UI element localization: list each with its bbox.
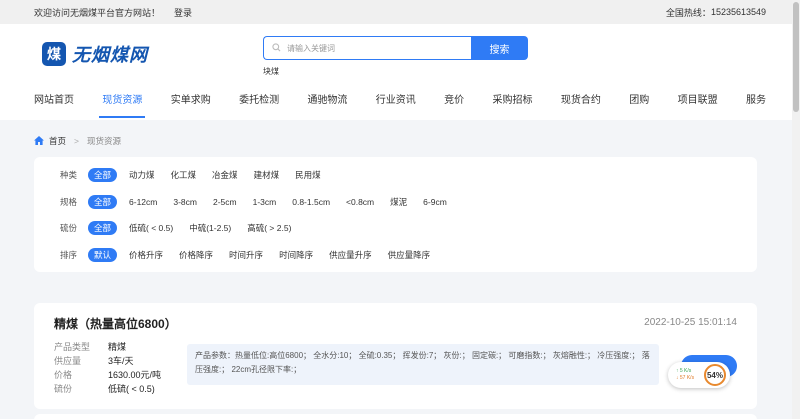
search-input[interactable]	[287, 43, 467, 53]
speed-rates: ↑ 5 K/s ↓ 57 K/s	[676, 368, 694, 382]
chevron-right-icon: >	[74, 136, 79, 146]
filter-option[interactable]: 化工煤	[171, 169, 197, 181]
filter-label: 规格	[60, 197, 78, 207]
upload-rate: ↑ 5 K/s	[676, 368, 692, 374]
nav-item-tender[interactable]: 采购招标	[493, 90, 533, 118]
filter-option[interactable]: 全部	[88, 168, 118, 182]
nav-item-group-buy[interactable]: 团购	[629, 90, 649, 118]
page-scrollbar[interactable]	[792, 0, 800, 419]
network-speed-widget[interactable]: ↑ 5 K/s ↓ 57 K/s 54%	[668, 362, 730, 388]
hotline-number: 15235613549	[710, 7, 766, 17]
sort-option[interactable]: 时间升序	[229, 249, 263, 261]
listing-title[interactable]: 精煤（热量高位6800）	[54, 315, 177, 332]
listing-field: 价格 1630.00元/吨	[54, 368, 161, 381]
filter-option[interactable]: 0.8-1.5cm	[292, 197, 330, 207]
top-bar: 欢迎访问无烟煤平台官方网站！ 登录 全国热线： 15235613549	[0, 0, 800, 24]
filter-option[interactable]: 2-5cm	[213, 197, 237, 207]
field-key: 产品类型	[54, 342, 91, 352]
sort-option[interactable]: 供应量降序	[388, 249, 431, 261]
nav-item-inspection[interactable]: 委托检测	[239, 90, 279, 118]
filter-option[interactable]: 建材煤	[254, 169, 280, 181]
listing-date: 2022-10-25 15:01:14	[644, 317, 737, 328]
home-icon[interactable]	[34, 135, 44, 147]
search-box[interactable]	[263, 36, 471, 60]
filter-option[interactable]: 高硫( > 2.5)	[247, 222, 291, 234]
field-value: 精煤	[108, 342, 127, 352]
logo-text: 无烟煤网	[72, 45, 148, 66]
nav-item-logistics[interactable]: 通驰物流	[307, 90, 347, 118]
logo-mark: 煤	[42, 42, 66, 66]
login-link[interactable]: 登录	[174, 6, 192, 19]
field-key: 硫份	[54, 384, 73, 394]
filter-option[interactable]: 动力煤	[129, 169, 155, 181]
filter-label: 排序	[60, 250, 78, 260]
filter-row-type: 种类 全部 动力煤 化工煤 冶金煤 建材煤 民用煤	[60, 168, 337, 182]
hotline-label: 全国热线：	[665, 7, 711, 18]
nav-item-purchase[interactable]: 实单求购	[171, 90, 211, 118]
listing-field: 产品类型 精煤	[54, 340, 126, 353]
search-icon	[272, 42, 281, 54]
breadcrumb-home[interactable]: 首页	[49, 135, 66, 147]
field-key: 供应量	[54, 356, 82, 366]
product-params: 产品参数：热量低位:高位6800； 全水分:10； 全硫:0.35； 挥发份:7…	[187, 344, 659, 385]
breadcrumb-current: 现货资源	[86, 136, 121, 146]
filter-option[interactable]: 冶金煤	[212, 169, 238, 181]
field-key: 价格	[54, 370, 73, 380]
filter-option[interactable]: 民用煤	[295, 169, 321, 181]
site-logo[interactable]: 煤 无烟煤网	[42, 41, 148, 67]
filter-option[interactable]: 全部	[88, 221, 118, 235]
filter-option[interactable]: 中硫(1-2.5)	[189, 222, 231, 234]
filter-option[interactable]: 3-8cm	[173, 197, 197, 207]
header: 煤 无烟煤网 搜索 块煤 网站首页 现货资源 实单求购 委托检测 通驰物流 行业…	[0, 24, 800, 120]
filter-option[interactable]: <0.8cm	[346, 197, 374, 207]
filter-option[interactable]: 6-9cm	[423, 197, 447, 207]
nav-item-home[interactable]: 网站首页	[34, 90, 74, 118]
main-nav: 网站首页 现货资源 实单求购 委托检测 通驰物流 行业资讯 竞价 采购招标 现货…	[0, 90, 800, 118]
welcome-text: 欢迎访问无烟煤平台官方网站！	[34, 7, 161, 18]
speed-percent: 54%	[704, 364, 726, 386]
sort-option[interactable]: 供应量升序	[329, 249, 372, 261]
hot-keyword-link[interactable]: 块煤	[263, 66, 279, 77]
field-value: 1630.00元/吨	[108, 370, 162, 380]
listing-card[interactable]: 精煤（热量高位6800） 2022-10-25 15:01:14 产品类型 精煤…	[34, 303, 757, 409]
sort-option[interactable]: 价格升序	[129, 249, 163, 261]
filter-row-sulfur: 硫份 全部 低硫( < 0.5) 中硫(1-2.5) 高硫( > 2.5)	[60, 221, 307, 235]
filter-option[interactable]: 煤泥	[390, 196, 407, 208]
scrollbar-thumb[interactable]	[793, 2, 799, 112]
filter-label: 种类	[60, 170, 78, 180]
filter-option[interactable]: 6-12cm	[129, 197, 157, 207]
sort-option[interactable]: 价格降序	[179, 249, 213, 261]
field-value: 低硫( < 0.5)	[108, 384, 155, 394]
filter-row-sort: 排序 默认 价格升序 价格降序 时间升序 时间降序 供应量升序 供应量降序	[60, 248, 446, 262]
filter-panel: 种类 全部 动力煤 化工煤 冶金煤 建材煤 民用煤 规格 全部 6-12cm 3…	[34, 157, 757, 272]
nav-item-news[interactable]: 行业资讯	[376, 90, 416, 118]
search-button[interactable]: 搜索	[471, 36, 528, 60]
filter-option[interactable]: 低硫( < 0.5)	[129, 222, 173, 234]
field-value: 3车/天	[108, 356, 134, 366]
breadcrumb: 首页 > 现货资源	[34, 135, 121, 147]
nav-item-service[interactable]: 服务	[746, 90, 766, 118]
nav-item-bidding[interactable]: 竞价	[444, 90, 464, 118]
nav-item-project-alliance[interactable]: 项目联盟	[678, 90, 718, 118]
filter-option[interactable]: 全部	[88, 195, 118, 209]
nav-item-spot-resources[interactable]: 现货资源	[99, 90, 146, 118]
listing-field: 硫份 低硫( < 0.5)	[54, 382, 155, 395]
listing-field: 供应量 3车/天	[54, 354, 134, 367]
next-listing-card	[34, 414, 757, 419]
sort-option[interactable]: 默认	[88, 248, 118, 262]
search-bar: 搜索	[263, 36, 528, 60]
nav-item-spot-contract[interactable]: 现货合约	[561, 90, 601, 118]
filter-option[interactable]: 1-3cm	[253, 197, 277, 207]
filter-label: 硫份	[60, 223, 78, 233]
sort-option[interactable]: 时间降序	[279, 249, 313, 261]
download-rate: ↓ 57 K/s	[676, 375, 695, 381]
filter-row-spec: 规格 全部 6-12cm 3-8cm 2-5cm 1-3cm 0.8-1.5cm…	[60, 195, 463, 209]
